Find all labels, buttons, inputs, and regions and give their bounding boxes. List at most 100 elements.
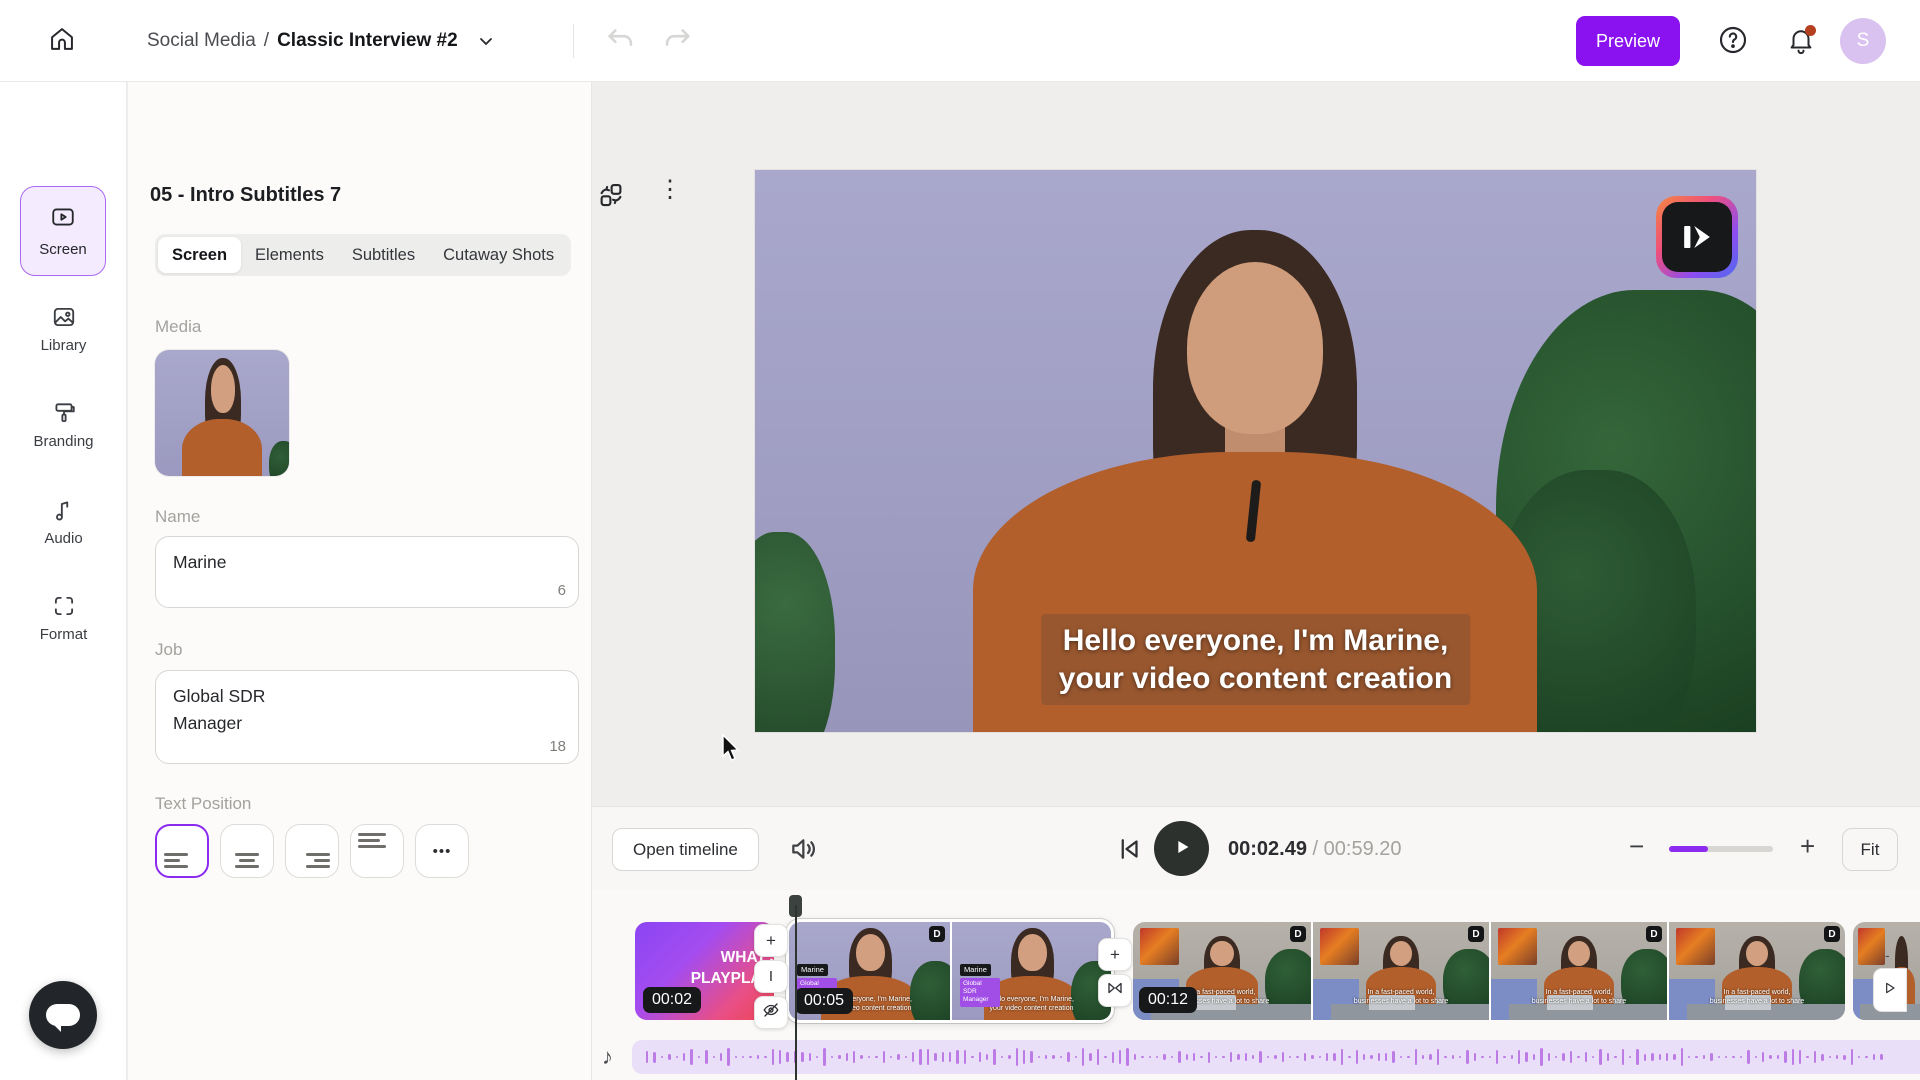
clip2-frame-2: Marine Global SDR Manager Hello everyone… <box>950 922 1111 1020</box>
library-icon <box>51 304 77 330</box>
open-timeline-button[interactable]: Open timeline <box>612 828 759 871</box>
tab-subtitles[interactable]: Subtitles <box>338 237 429 273</box>
text-position-label: Text Position <box>155 794 251 814</box>
fit-button[interactable]: Fit <box>1842 828 1898 871</box>
screen-menu-button[interactable]: ⋮ <box>658 178 682 202</box>
text-position-bottom-center[interactable] <box>220 824 274 878</box>
timeline-clip-selected[interactable]: D Marine Global SDR Manager Hello everyo… <box>786 919 1114 1023</box>
clip-gap-tools-left: + I <box>754 924 788 1029</box>
sidebar-item-label: Library <box>41 337 87 354</box>
media-thumbnail[interactable] <box>155 350 289 476</box>
text-position-options: ••• <box>155 824 469 878</box>
zoom-in-button[interactable]: + <box>1800 831 1815 862</box>
text-position-top-left[interactable] <box>350 824 404 878</box>
hide-clip-button[interactable] <box>754 996 788 1029</box>
playplay-logo-mini: D <box>1290 926 1306 942</box>
canvas-area: Hello everyone, I'm Marine, your video c… <box>592 82 1920 806</box>
tab-elements[interactable]: Elements <box>241 237 338 273</box>
audio-track-row: ♪ <box>592 1040 1920 1076</box>
clip1-duration-badge: 00:02 <box>643 987 701 1013</box>
music-note-icon: ♪ <box>602 1044 613 1070</box>
audio-waveform[interactable] <box>632 1040 1920 1074</box>
home-button[interactable] <box>44 23 80 59</box>
chevron-down-icon[interactable] <box>476 31 496 51</box>
edge-collapsed-add[interactable]: - <box>1885 947 1890 963</box>
breadcrumb[interactable]: Social Media / Classic Interview #2 <box>147 0 496 82</box>
clip3-subtitle: In a fast-paced world, businesses have a… <box>1503 988 1654 1006</box>
name-value: Marine <box>173 549 227 576</box>
text-position-more[interactable]: ••• <box>415 824 469 878</box>
topbar-divider <box>573 24 574 58</box>
clip3-frame: D In a fast-paced world, businesses have… <box>1667 922 1845 1020</box>
split-clip-button[interactable]: I <box>754 960 788 993</box>
screen-icon <box>50 204 76 234</box>
edge-next-button[interactable] <box>1873 968 1907 1012</box>
play-button[interactable] <box>1154 821 1209 876</box>
job-input[interactable]: Global SDR Manager 18 <box>155 670 579 764</box>
skip-to-start-button[interactable] <box>1114 834 1144 869</box>
sidebar-item-label: Format <box>40 626 88 643</box>
stage: Hello everyone, I'm Marine, your video c… <box>592 82 1920 1080</box>
sidebar-item-format[interactable]: Format <box>0 593 127 643</box>
notifications-button[interactable] <box>1782 23 1820 61</box>
playplay-logo-mini: D <box>929 926 945 942</box>
subtitle-line1: Hello everyone, I'm Marine, <box>1059 622 1452 660</box>
sidebar-item-library[interactable]: Library <box>0 304 127 354</box>
branding-icon <box>51 400 77 426</box>
video-preview[interactable]: Hello everyone, I'm Marine, your video c… <box>755 170 1756 732</box>
replace-screen-button[interactable] <box>596 180 626 215</box>
chat-launcher-button[interactable] <box>29 981 97 1049</box>
screen-panel: 05 - Intro Subtitles 7 ⋮ Screen Elements… <box>128 82 592 1080</box>
help-button[interactable] <box>1714 23 1752 61</box>
undo-icon[interactable] <box>604 22 638 61</box>
speaker-tag: Marine Global SDR Manager <box>960 959 1000 1006</box>
name-label: Name <box>155 507 200 527</box>
breadcrumb-separator: / <box>264 30 269 52</box>
zoom-slider[interactable] <box>1669 846 1773 852</box>
job-char-count: 18 <box>549 738 566 755</box>
sidebar-item-screen[interactable]: Screen <box>20 186 106 276</box>
subtitle-overlay[interactable]: Hello everyone, I'm Marine, your video c… <box>1041 614 1470 705</box>
name-input[interactable]: Marine 6 <box>155 536 579 608</box>
home-icon <box>48 25 76 58</box>
media-thumbnail-image <box>155 350 289 476</box>
sidebar-item-audio[interactable]: Audio <box>0 497 127 547</box>
playhead-handle[interactable] <box>789 895 802 917</box>
total-time: 00:59.20 <box>1324 838 1402 860</box>
format-icon <box>51 593 77 619</box>
sidebar-item-label: Audio <box>44 530 82 547</box>
more-options-icon: ••• <box>416 825 468 877</box>
sidebar-item-label: Screen <box>39 241 87 258</box>
sidebar-item-branding[interactable]: Branding <box>0 400 127 450</box>
chat-icon <box>46 1004 80 1026</box>
tab-cutaway-shots[interactable]: Cutaway Shots <box>429 237 568 273</box>
notification-dot <box>1805 25 1816 36</box>
add-clip-button[interactable]: + <box>754 924 788 957</box>
clip3-subtitle: In a fast-paced world, businesses have a… <box>1681 988 1832 1006</box>
plant-decoration <box>755 532 835 732</box>
breadcrumb-folder: Social Media <box>147 30 256 52</box>
add-clip-button[interactable]: + <box>1098 938 1132 971</box>
avatar-initial: S <box>1857 30 1870 52</box>
swap-icon <box>596 197 626 214</box>
panel-tabs: Screen Elements Subtitles Cutaway Shots <box>155 234 571 276</box>
brand-logo <box>1656 196 1738 278</box>
transition-button[interactable] <box>1098 974 1132 1007</box>
text-position-bottom-left[interactable] <box>155 824 209 878</box>
playplay-logo-mini: D <box>1824 926 1840 942</box>
volume-button[interactable] <box>788 833 820 870</box>
redo-icon[interactable] <box>660 22 694 61</box>
mouse-cursor <box>720 734 742 769</box>
job-label: Job <box>155 640 182 660</box>
avatar[interactable]: S <box>1840 18 1886 64</box>
play-icon <box>1171 836 1193 861</box>
eye-slash-icon <box>762 1001 780 1024</box>
tab-screen[interactable]: Screen <box>158 237 241 273</box>
clip-gap-tools-right: + <box>1098 938 1132 1007</box>
preview-button[interactable]: Preview <box>1576 16 1680 66</box>
zoom-out-button[interactable]: − <box>1629 831 1644 862</box>
player-bar: Open timeline 00:02.49 / 00:59.20 − <box>592 806 1920 890</box>
text-position-bottom-right[interactable] <box>285 824 339 878</box>
timeline-clip-desk[interactable]: D In a fast-paced world, businesses have… <box>1133 922 1845 1020</box>
breadcrumb-project: Classic Interview #2 <box>277 30 458 52</box>
